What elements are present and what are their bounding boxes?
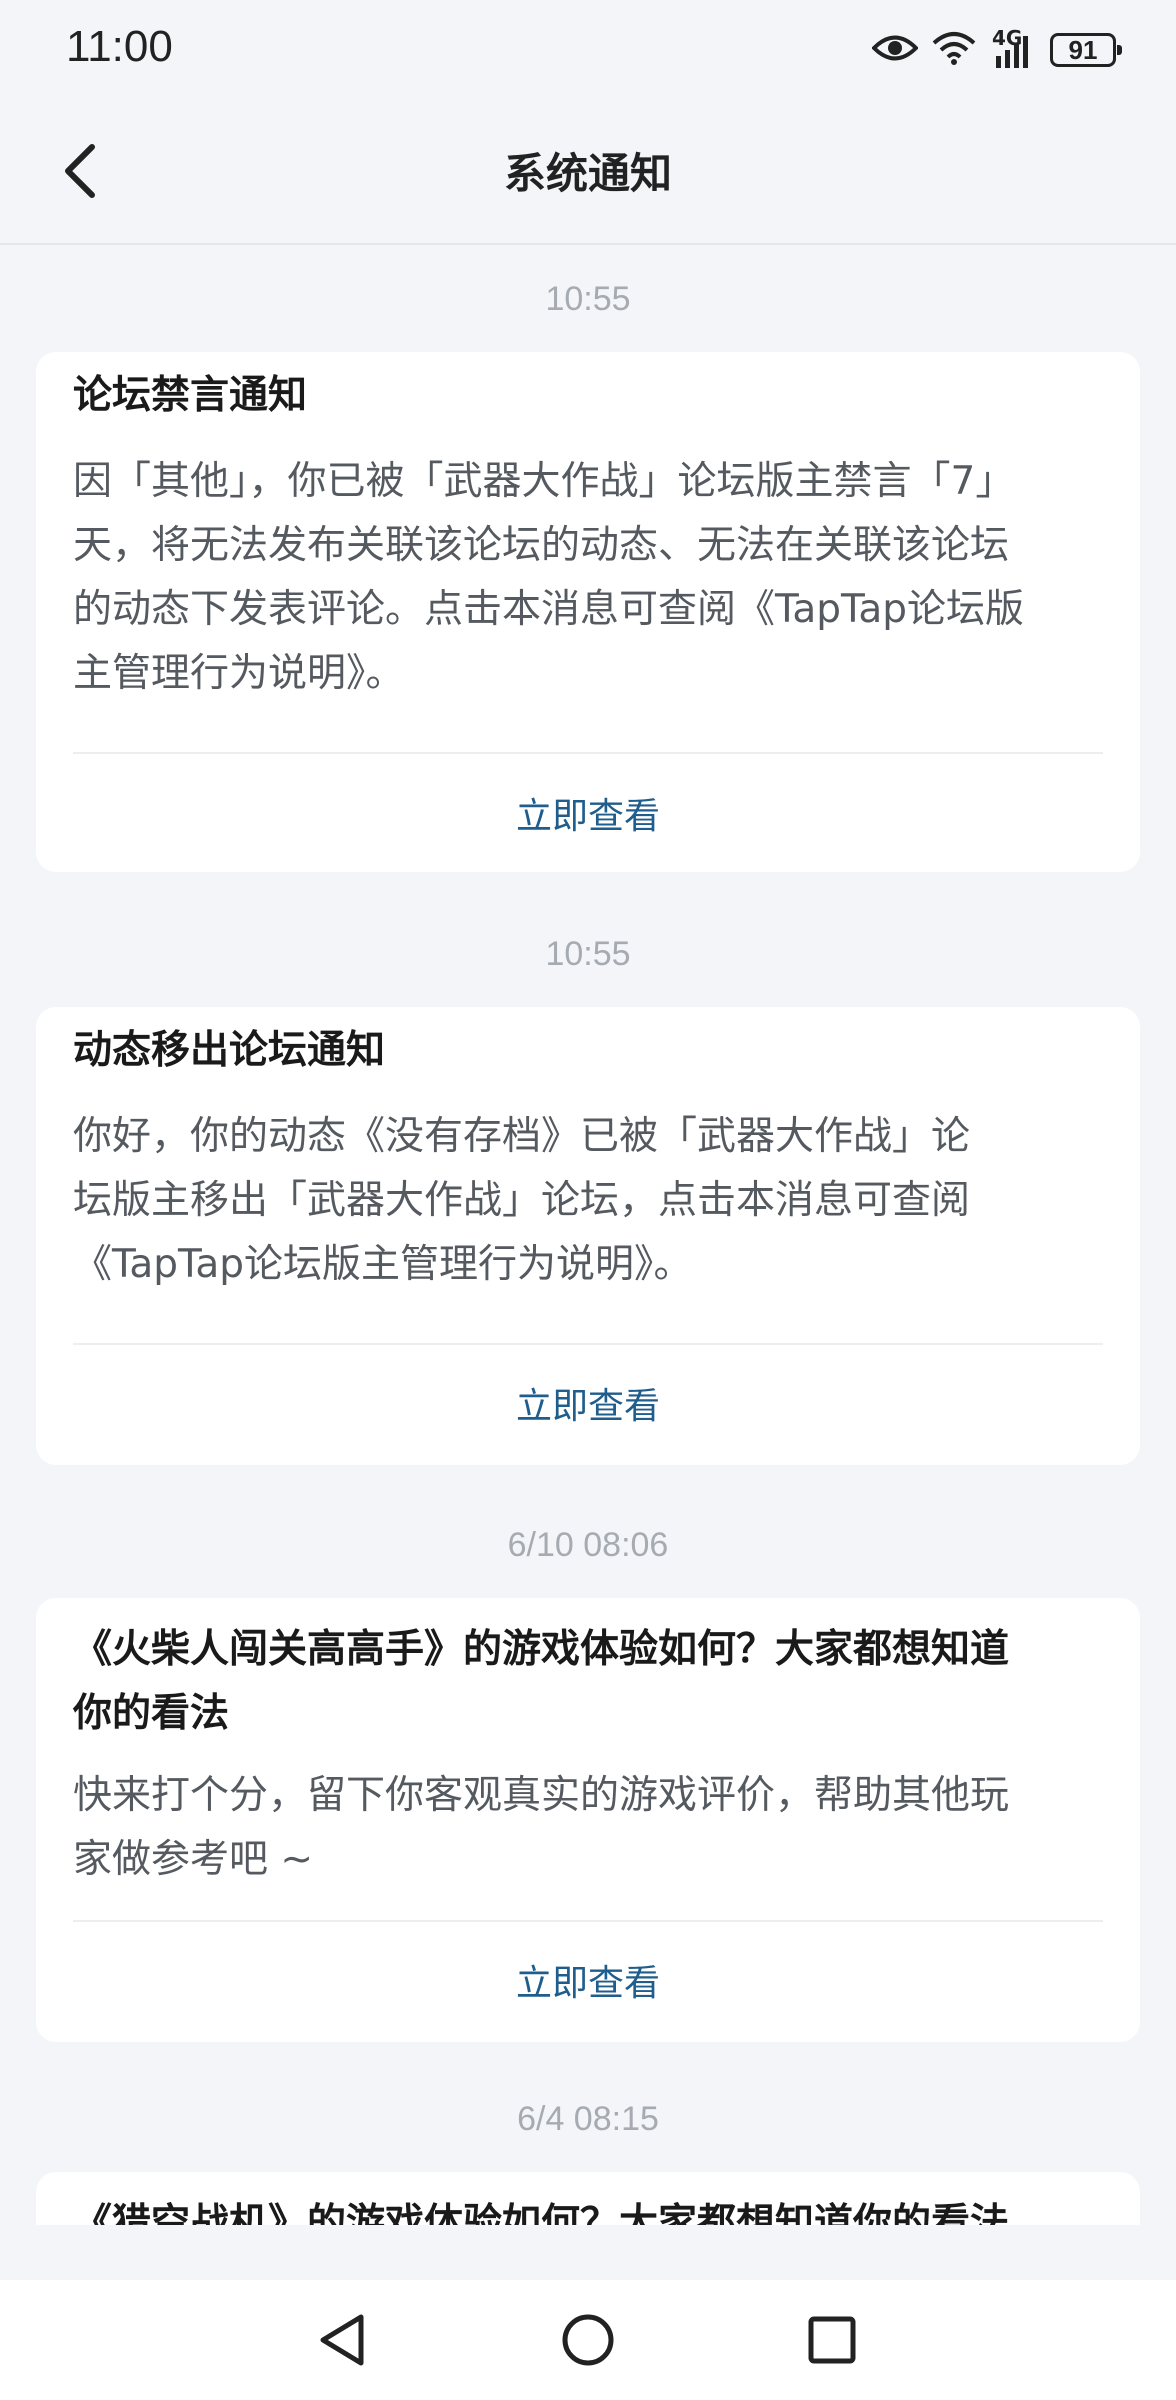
nav-back-button[interactable] <box>310 2308 374 2372</box>
card-divider <box>73 1920 1103 1922</box>
card-divider <box>73 1343 1103 1345</box>
square-recents-icon <box>808 2316 856 2364</box>
system-nav-bar <box>0 2280 1176 2400</box>
signal-icon: 4G <box>990 26 1036 70</box>
view-now-button[interactable]: 立即查看 <box>36 787 1140 839</box>
notification-time: 6/4 08:15 <box>517 2100 659 2138</box>
notification-time: 10:55 <box>545 280 631 318</box>
notification-title: 动态移出论坛通知 <box>73 1028 386 1073</box>
notification-body: 你好，你的动态《没有存档》已被「武器大作战」论 坛版主移出「武器大作战」论坛，点… <box>73 1114 971 1287</box>
battery-level: 91 <box>1068 34 1098 65</box>
notification-card[interactable]: 《猎空战机》的游戏体验如何？大家都想知道你的看法 <box>36 2172 1140 2225</box>
notification-body: 因「其他」，你已被「武器大作战」论坛版主禁言「7」 天，将无法发布关联该论坛的动… <box>73 459 1025 696</box>
notification-body: 快来打个分，留下你客观真实的游戏评价，帮助其他玩 家做参考吧 ~ <box>73 1773 1010 1882</box>
notification-card[interactable]: 动态移出论坛通知 你好，你的动态《没有存档》已被「武器大作战」论 坛版主移出「武… <box>36 1007 1140 1465</box>
notification-time: 6/10 08:06 <box>507 1526 669 1564</box>
page-title: 系统通知 <box>503 149 672 198</box>
notification-feed[interactable]: 10:55 论坛禁言通知 因「其他」，你已被「武器大作战」论坛版主禁言「7」 天… <box>0 245 1176 2225</box>
triangle-back-icon <box>320 2314 364 2366</box>
nav-recents-button[interactable] <box>800 2308 864 2372</box>
status-bar: 11:00 4G 91 <box>0 0 1176 100</box>
circle-home-icon <box>562 2314 614 2366</box>
battery-icon: 91 <box>1050 33 1122 67</box>
notification-card[interactable]: 论坛禁言通知 因「其他」，你已被「武器大作战」论坛版主禁言「7」 天，将无法发布… <box>36 352 1140 872</box>
notification-card[interactable]: 《火柴人闯关高高手》的游戏体验如何？大家都想知道 你的看法 快来打个分，留下你客… <box>36 1598 1140 2042</box>
notification-title: 论坛禁言通知 <box>73 373 308 418</box>
eye-icon <box>871 33 919 67</box>
notification-title: 《猎空战机》的游戏体验如何？大家都想知道你的看法 <box>73 2201 1010 2225</box>
nav-home-button[interactable] <box>556 2308 620 2372</box>
status-icons: 4G 91 <box>871 26 1122 74</box>
notification-time: 10:55 <box>545 935 631 973</box>
card-divider <box>73 752 1103 754</box>
view-now-button[interactable]: 立即查看 <box>36 1377 1140 1429</box>
notification-title: 《火柴人闯关高高手》的游戏体验如何？大家都想知道 你的看法 <box>73 1627 1010 1736</box>
status-time: 11:00 <box>66 22 173 71</box>
wifi-icon <box>932 31 976 69</box>
header: 系统通知 <box>0 100 1176 245</box>
view-now-button[interactable]: 立即查看 <box>36 1954 1140 2006</box>
